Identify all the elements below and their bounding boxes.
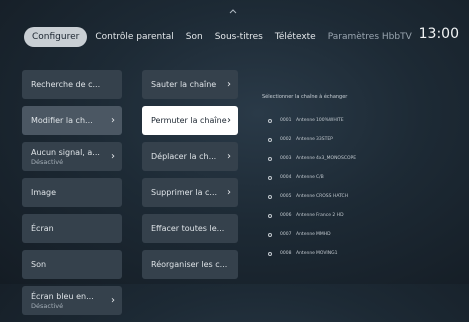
menu-item-label: Aucun signal, a...	[31, 147, 100, 157]
channel-name: 4x3_MONOSCOPE	[316, 156, 357, 161]
tab-controle-parental[interactable]: Contrôle parental	[95, 27, 173, 47]
channel-name: MOVING1	[316, 251, 338, 256]
channel-source: Antenne	[296, 232, 315, 237]
menu-item-label: Recherche de c...	[31, 80, 101, 89]
channel-name: 33STEP	[316, 137, 333, 142]
submenu-item-deplacer[interactable]: Déplacer la ch... ›	[142, 142, 238, 171]
chevron-right-icon: ›	[227, 186, 231, 198]
channel-source: Antenne	[296, 175, 315, 180]
menu-item-label: Image	[31, 188, 57, 197]
channel-name: 100%WHITE	[316, 118, 344, 123]
menu-item-ecran[interactable]: Écran	[22, 214, 122, 243]
menu-item-label: Son	[31, 260, 47, 269]
submenu-item-sauter[interactable]: Sauter la chaîne ›	[142, 70, 238, 99]
submenu-item-label: Réorganiser les c...	[151, 260, 228, 269]
channel-name: CROSS HATCH	[316, 194, 349, 199]
channel-source: Antenne	[296, 118, 315, 123]
submenu-item-label: Supprimer la c...	[151, 188, 218, 197]
channel-source: Antenne	[296, 156, 315, 161]
channel-row[interactable]: 0001 Antenne 100%WHITE	[262, 111, 462, 130]
channel-swap-panel: Sélectionner la chaîne à échanger 0001 An…	[262, 94, 462, 263]
channel-number: 0006	[280, 213, 292, 218]
radio-button[interactable]	[268, 213, 272, 218]
chevron-right-icon: ›	[111, 294, 115, 306]
menu-item-value: Désactivé	[31, 157, 64, 166]
channel-source: Antenne	[296, 251, 315, 256]
tab-sous-titres[interactable]: Sous-titres	[215, 27, 263, 47]
menu-item-aucun-signal[interactable]: Aucun signal, a... Désactivé ›	[22, 142, 122, 171]
tab-son[interactable]: Son	[186, 27, 203, 47]
menu-item-image[interactable]: Image	[22, 178, 122, 207]
chevron-right-icon: ›	[227, 150, 231, 162]
radio-button[interactable]	[268, 232, 272, 237]
menu-item-label: Écran bleu en...	[31, 291, 94, 301]
channel-row[interactable]: 0008 Antenne MOVING1	[262, 244, 462, 263]
channel-number: 0008	[280, 251, 292, 256]
settings-menu: Recherche de c... Modifier la ch... › Au…	[22, 70, 122, 322]
tab-configurer[interactable]: Configurer	[24, 27, 88, 47]
submenu-item-label: Permuter la chaîne	[151, 116, 227, 125]
radio-button[interactable]	[268, 194, 272, 199]
channel-edit-submenu: Sauter la chaîne › Permuter la chaîne › …	[142, 70, 238, 286]
chevron-up-icon	[229, 8, 237, 16]
channel-row[interactable]: 0003 Antenne 4x3_MONOSCOPE	[262, 149, 462, 168]
tab-parametres-hbbtv[interactable]: Paramètres HbbTV	[328, 27, 412, 47]
submenu-item-permuter[interactable]: Permuter la chaîne ›	[142, 106, 238, 135]
channel-name: France 2 HD	[316, 213, 344, 218]
menu-item-value: Désactivé	[31, 301, 64, 310]
radio-button[interactable]	[268, 175, 272, 180]
settings-tabs: Configurer Contrôle parental Son Sous-ti…	[24, 27, 424, 47]
menu-item-label: Écran	[31, 224, 54, 233]
channel-name: C/B	[316, 175, 324, 180]
menu-item-modifier-chaine[interactable]: Modifier la ch... ›	[22, 106, 122, 135]
radio-button[interactable]	[268, 118, 272, 123]
chevron-right-icon: ›	[111, 150, 115, 162]
channel-source: Antenne	[296, 137, 315, 142]
submenu-item-label: Déplacer la ch...	[151, 152, 217, 161]
channel-source: Antenne	[296, 194, 315, 199]
channel-number: 0005	[280, 194, 292, 199]
radio-button[interactable]	[268, 251, 272, 256]
channel-row[interactable]: 0006 Antenne France 2 HD	[262, 206, 462, 225]
channel-row[interactable]: 0007 Antenne MMHD	[262, 225, 462, 244]
channel-row[interactable]: 0005 Antenne CROSS HATCH	[262, 187, 462, 206]
chevron-right-icon: ›	[111, 114, 115, 126]
submenu-item-effacer[interactable]: Effacer toutes le...	[142, 214, 238, 243]
channel-number: 0001	[280, 118, 292, 123]
submenu-item-label: Effacer toutes le...	[151, 224, 225, 233]
clock: 13:00	[418, 26, 459, 42]
chevron-right-icon: ›	[227, 114, 231, 126]
menu-item-ecran-bleu[interactable]: Écran bleu en... Désactivé ›	[22, 286, 122, 315]
menu-item-label: Modifier la ch...	[31, 116, 93, 125]
radio-button[interactable]	[268, 156, 272, 161]
channel-number: 0007	[280, 232, 292, 237]
channel-name: MMHD	[316, 232, 331, 237]
submenu-item-reorganiser[interactable]: Réorganiser les c...	[142, 250, 238, 279]
channel-source: Antenne	[296, 213, 315, 218]
radio-button[interactable]	[268, 137, 272, 142]
channel-number: 0004	[280, 175, 292, 180]
submenu-item-supprimer[interactable]: Supprimer la c... ›	[142, 178, 238, 207]
menu-item-son[interactable]: Son	[22, 250, 122, 279]
channel-number: 0002	[280, 137, 292, 142]
chevron-right-icon: ›	[227, 78, 231, 90]
tab-teletexte[interactable]: Télétexte	[275, 27, 316, 47]
submenu-item-label: Sauter la chaîne	[151, 80, 217, 89]
panel-title: Sélectionner la chaîne à échanger	[262, 94, 348, 100]
channel-row[interactable]: 0004 Antenne C/B	[262, 168, 462, 187]
channel-row[interactable]: 0002 Antenne 33STEP	[262, 130, 462, 149]
menu-item-recherche[interactable]: Recherche de c...	[22, 70, 122, 99]
channel-number: 0003	[280, 156, 292, 161]
